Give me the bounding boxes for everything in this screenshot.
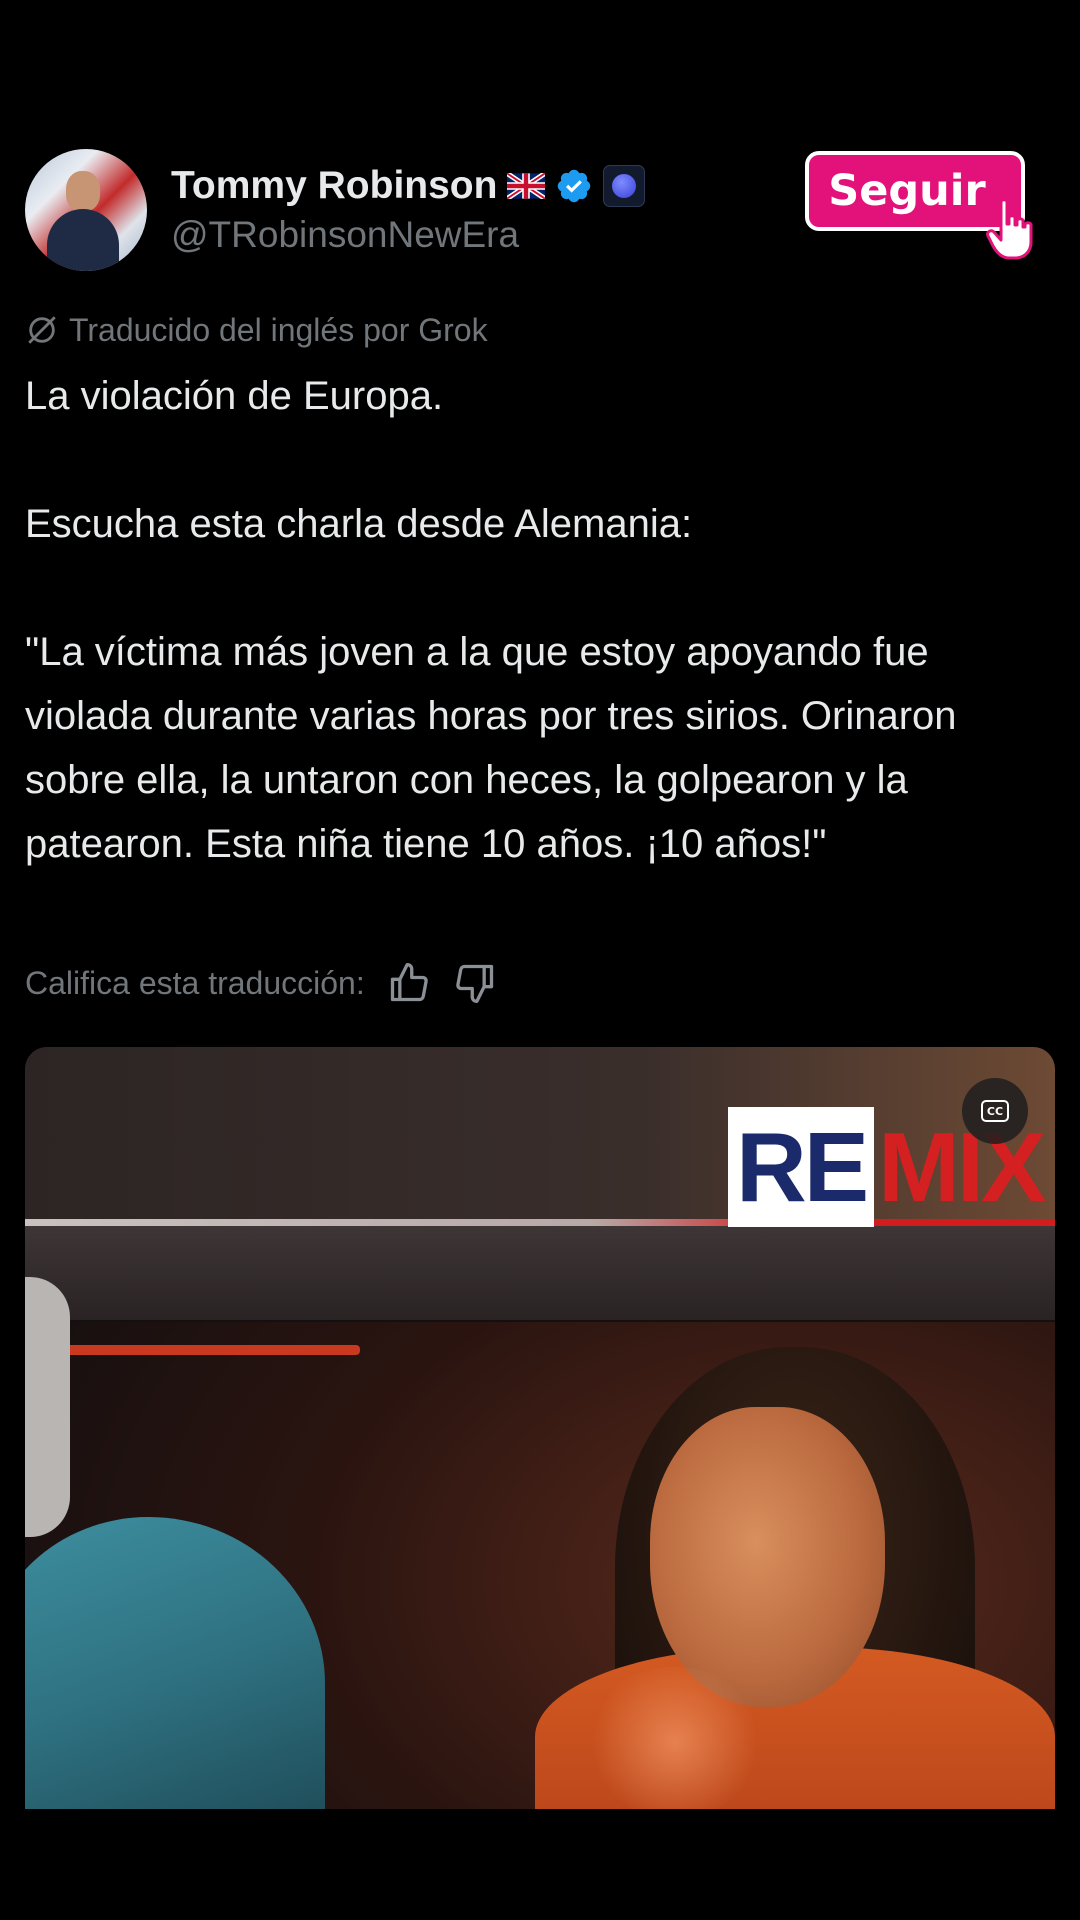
captions-icon: CC: [981, 1100, 1009, 1122]
video-person-right-face: [650, 1407, 885, 1707]
translation-note: Traducido del inglés por Grok: [25, 309, 488, 351]
tweet-paragraph: "La víctima más joven a la que estoy apo…: [25, 630, 957, 866]
rate-translation-label: Califica esta traducción:: [25, 964, 365, 1001]
thumbs-down-icon[interactable]: [453, 961, 497, 1005]
author-name[interactable]: Tommy Robinson: [171, 164, 497, 208]
uk-flag-icon: [506, 171, 547, 201]
video-person-left: [25, 1517, 325, 1809]
thumbs-up-icon[interactable]: [387, 961, 431, 1005]
translation-note-text: Traducido del inglés por Grok: [69, 311, 488, 348]
tweet-paragraph: Escucha esta charla desde Alemania:: [25, 502, 693, 546]
author-handle[interactable]: @TRobinsonNewEra: [171, 214, 519, 256]
affiliate-badge-icon: [603, 165, 646, 207]
video-red-line: [65, 1345, 360, 1355]
video-shelf: [25, 1226, 1055, 1322]
tweet-paragraph: La violación de Europa.: [25, 374, 444, 418]
remix-logo-left: RE: [728, 1107, 875, 1227]
avatar-body: [47, 209, 119, 271]
pointing-hand-icon: [985, 198, 1035, 260]
author-avatar[interactable]: [25, 149, 147, 271]
video-light-glow: [585, 1667, 765, 1809]
rate-translation-row: Califica esta traducción:: [25, 959, 497, 1007]
avatar-head: [66, 171, 100, 211]
captions-button[interactable]: CC: [962, 1078, 1028, 1144]
tweet-text: La violación de Europa. Escucha esta cha…: [25, 364, 1055, 876]
video-person-left-head: [25, 1277, 70, 1537]
video-player[interactable]: RE MIX CC: [25, 1047, 1055, 1809]
grok-icon: [25, 313, 59, 347]
verified-badge-icon: [555, 167, 593, 205]
author-name-row: Tommy Robinson: [171, 158, 646, 214]
